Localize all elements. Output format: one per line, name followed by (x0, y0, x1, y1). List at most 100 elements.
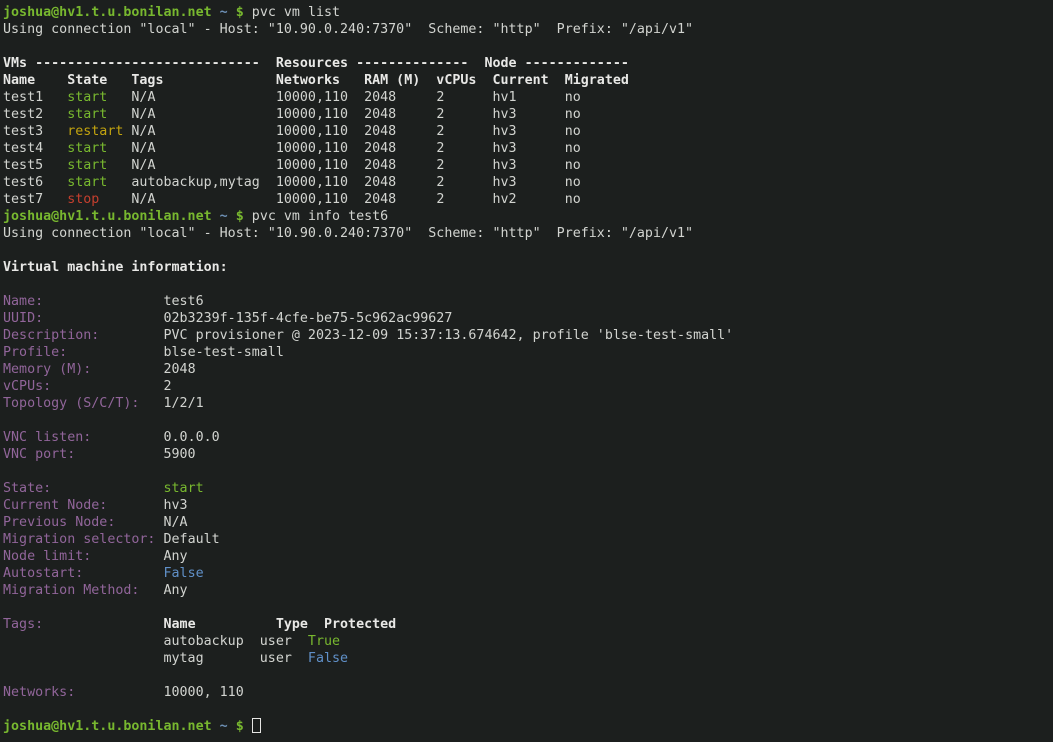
terminal-line: test7 stop N/A 10000,110 2048 2 hv2 no (3, 191, 1053, 208)
vm-name: test7 (3, 192, 67, 207)
vm-state: start (67, 90, 107, 105)
terminal-line: test4 start N/A 10000,110 2048 2 hv3 no (3, 140, 1053, 157)
terminal-text (43, 617, 163, 632)
terminal-line: Name State Tags Networks RAM (M) vCPUs C… (3, 72, 1053, 89)
terminal-line: Migration selector: Default (3, 531, 1053, 548)
field-label: Topology (S/C/T): (3, 396, 139, 411)
terminal-text (228, 209, 236, 224)
prompt-symbol: $ (236, 719, 244, 734)
vm-row-values: N/A 10000,110 2048 2 hv3 no (123, 124, 580, 139)
vm-state: stop (67, 192, 99, 207)
field-label: Previous Node: (3, 515, 115, 530)
prompt-symbol: $ (236, 209, 244, 224)
tag-protected-true: True (308, 634, 340, 649)
terminal-line: Topology (S/C/T): 1/2/1 (3, 395, 1053, 412)
terminal-text (244, 719, 252, 734)
vm-state: start (164, 481, 204, 496)
prompt-symbol: $ (236, 5, 244, 20)
field-label: Node limit: (3, 549, 91, 564)
terminal-line: Description: PVC provisioner @ 2023-12-0… (3, 327, 1053, 344)
field-value: 2048 (91, 362, 195, 377)
vm-state: start (67, 107, 107, 122)
terminal-line: State: start (3, 480, 1053, 497)
terminal-line: Previous Node: N/A (3, 514, 1053, 531)
terminal-line: Migration Method: Any (3, 582, 1053, 599)
terminal-line: VNC port: 5900 (3, 446, 1053, 463)
field-value-false: False (164, 566, 204, 581)
field-value: Any (139, 583, 187, 598)
prompt-cwd: ~ (220, 719, 228, 734)
terminal-line: joshua@hv1.t.u.bonilan.net ~ $ pvc vm li… (3, 4, 1053, 21)
field-label: Memory (M): (3, 362, 91, 377)
tags-table-header: Name Type Protected (164, 617, 397, 632)
field-value: 1/2/1 (139, 396, 203, 411)
terminal-line: UUID: 02b3239f-135f-4cfe-be75-5c962ac996… (3, 310, 1053, 327)
field-label: Migration Method: (3, 583, 139, 598)
terminal-text (212, 209, 220, 224)
terminal-line: test6 start autobackup,mytag 10000,110 2… (3, 174, 1053, 191)
field-value: 5900 (75, 447, 195, 462)
terminal-text (212, 5, 220, 20)
vm-row-values: N/A 10000,110 2048 2 hv2 no (99, 192, 580, 207)
table-group-header: VMs ---------------------------- Resourc… (3, 56, 629, 71)
field-label: Migration selector: (3, 532, 155, 547)
field-label: Networks: (3, 685, 75, 700)
terminal-line: mytag user False (3, 650, 1053, 667)
connection-info: Using connection "local" - Host: "10.90.… (3, 226, 693, 241)
vm-state: start (67, 141, 107, 156)
vm-state: restart (67, 124, 123, 139)
vm-name: test2 (3, 107, 67, 122)
vm-name: test4 (3, 141, 67, 156)
field-label: Name: (3, 294, 43, 309)
terminal-line: Profile: blse-test-small (3, 344, 1053, 361)
prompt-cwd: ~ (220, 5, 228, 20)
terminal-line: VNC listen: 0.0.0.0 (3, 429, 1053, 446)
field-value: PVC provisioner @ 2023-12-09 15:37:13.67… (99, 328, 733, 343)
terminal-line: Memory (M): 2048 (3, 361, 1053, 378)
terminal-line (3, 276, 1053, 293)
vm-name: test5 (3, 158, 67, 173)
terminal-line: autobackup user True (3, 633, 1053, 650)
tag-row: mytag user (3, 651, 308, 666)
field-label: Profile: (3, 345, 67, 360)
terminal-window[interactable]: joshua@hv1.t.u.bonilan.net ~ $ pvc vm li… (0, 0, 1053, 742)
terminal-line: Node limit: Any (3, 548, 1053, 565)
connection-info: Using connection "local" - Host: "10.90.… (3, 22, 693, 37)
terminal-line: test2 start N/A 10000,110 2048 2 hv3 no (3, 106, 1053, 123)
table-column-header: Name State Tags Networks RAM (M) vCPUs C… (3, 73, 629, 88)
field-value: blse-test-small (67, 345, 284, 360)
tag-protected-false: False (308, 651, 348, 666)
terminal-cursor[interactable] (252, 718, 261, 733)
vm-name: test6 (3, 175, 67, 190)
prompt-cwd: ~ (220, 209, 228, 224)
field-label: UUID: (3, 311, 43, 326)
terminal-line: vCPUs: 2 (3, 378, 1053, 395)
field-value: Any (91, 549, 187, 564)
field-label: Current Node: (3, 498, 107, 513)
terminal-line (3, 701, 1053, 718)
terminal-line: Using connection "local" - Host: "10.90.… (3, 225, 1053, 242)
field-value: test6 (43, 294, 203, 309)
terminal-line: Tags: Name Type Protected (3, 616, 1053, 633)
vm-state: start (67, 158, 107, 173)
terminal-output: joshua@hv1.t.u.bonilan.net ~ $ pvc vm li… (3, 4, 1053, 735)
field-value: 10000, 110 (75, 685, 244, 700)
terminal-line: Autostart: False (3, 565, 1053, 582)
command-pvc-vm-list: pvc vm list (244, 5, 340, 20)
terminal-line (3, 242, 1053, 259)
field-value: 2 (51, 379, 171, 394)
terminal-line: test1 start N/A 10000,110 2048 2 hv1 no (3, 89, 1053, 106)
field-label: Description: (3, 328, 99, 343)
terminal-line: Name: test6 (3, 293, 1053, 310)
field-value: 0.0.0.0 (91, 430, 219, 445)
terminal-text (51, 481, 163, 496)
terminal-line (3, 599, 1053, 616)
terminal-line: test3 restart N/A 10000,110 2048 2 hv3 n… (3, 123, 1053, 140)
field-label: Autostart: (3, 566, 83, 581)
terminal-line: test5 start N/A 10000,110 2048 2 hv3 no (3, 157, 1053, 174)
field-label: Tags: (3, 617, 43, 632)
field-label: VNC listen: (3, 430, 91, 445)
vm-row-values: N/A 10000,110 2048 2 hv3 no (107, 158, 580, 173)
vm-row-values: autobackup,mytag 10000,110 2048 2 hv3 no (107, 175, 580, 190)
prompt-host: joshua@hv1.t.u.bonilan.net (3, 5, 212, 20)
